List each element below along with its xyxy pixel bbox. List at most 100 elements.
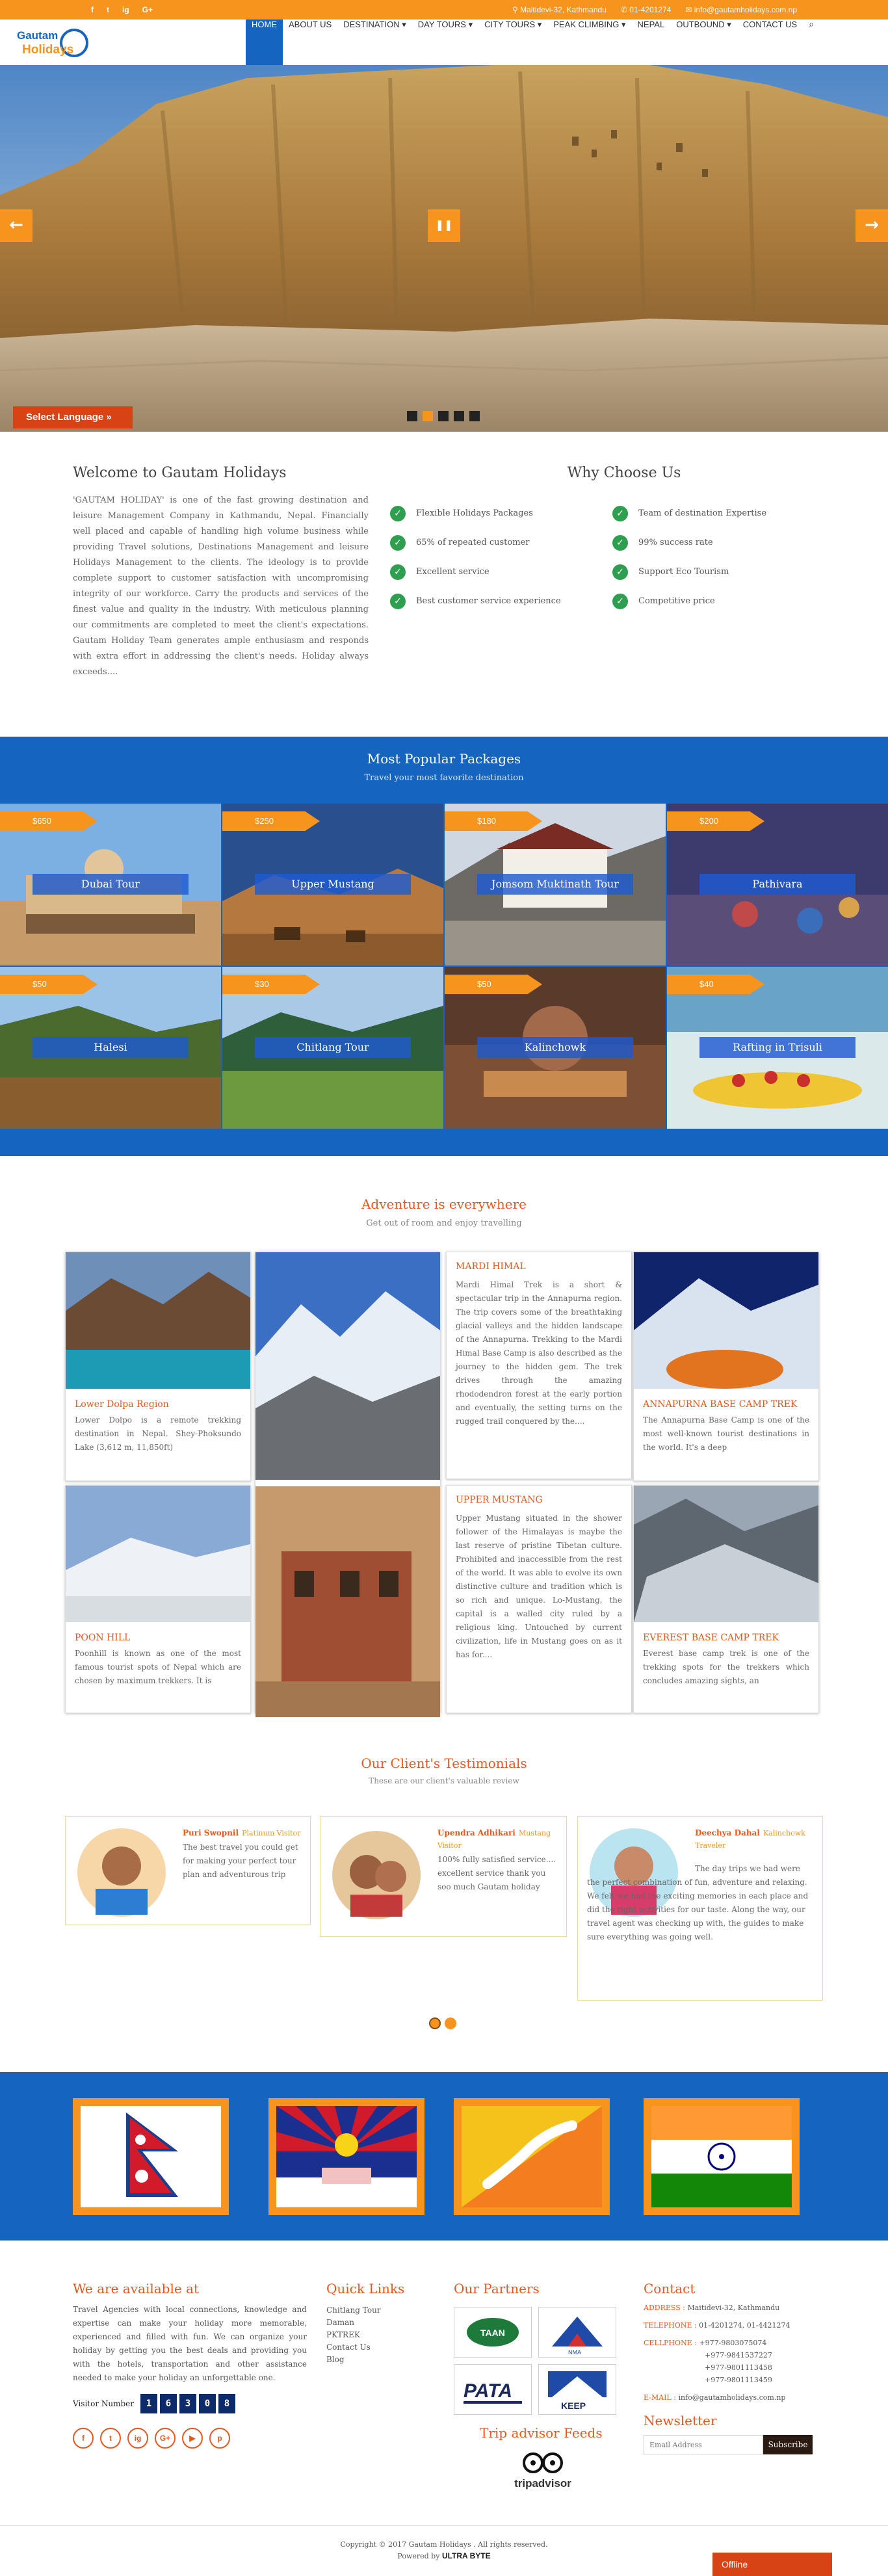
nav-nepal[interactable]: NEPAL — [632, 20, 671, 65]
why-item: ✓ Flexible Holidays Packages — [390, 499, 605, 528]
search-icon[interactable]: ⌕ — [803, 20, 820, 65]
instagram-icon[interactable]: ig — [127, 2428, 148, 2449]
tripadvisor-logo[interactable]: tripadvisor — [507, 2450, 579, 2490]
email-text[interactable]: info@gautamholidays.com.np — [694, 5, 797, 14]
why-item-label: Team of destination Expertise — [638, 508, 767, 518]
hero-pause-button[interactable]: ❚❚ — [428, 209, 460, 242]
google-plus-icon[interactable]: G+ — [142, 5, 153, 14]
package-card[interactable]: $30 Chitlang Tour — [222, 967, 443, 1129]
adventure-card-title[interactable]: UPPER MUSTANG — [456, 1495, 622, 1505]
package-price: $250 — [222, 811, 320, 831]
chat-offline-button[interactable]: Offline — [712, 2553, 832, 2576]
facebook-icon[interactable]: f — [73, 2428, 94, 2449]
package-card[interactable]: $40 Rafting in Trisuli — [667, 967, 888, 1129]
nav-about-us[interactable]: ABOUT US — [283, 20, 337, 65]
package-name[interactable]: Kalinchowk — [477, 1037, 633, 1058]
pinterest-icon[interactable]: p — [209, 2428, 230, 2449]
adventure-card-title[interactable]: POON HILL — [75, 1633, 241, 1643]
nav-home[interactable]: HOME — [246, 20, 283, 65]
partner-logo-pata[interactable]: PATA — [454, 2364, 532, 2415]
adventure-card[interactable]: UPPER MUSTANG Upper Mustang situated in … — [446, 1485, 632, 1713]
nav-menu: HOME ABOUT US DESTINATION ▾ DAY TOURS ▾ … — [246, 20, 820, 65]
india-flag-icon — [651, 2106, 792, 2207]
partner-logo-nma[interactable]: NMA — [538, 2307, 616, 2358]
partner-logo-taan[interactable]: TAAN — [454, 2307, 532, 2358]
slide-dot-5[interactable] — [469, 411, 480, 421]
adventure-card[interactable]: MARDI HIMAL Mardi Himal Trek is a short … — [446, 1252, 632, 1479]
adventure-card-title[interactable]: EVEREST BASE CAMP TREK — [643, 1633, 809, 1643]
quick-link[interactable]: Contact Us — [326, 2341, 430, 2354]
google-plus-icon[interactable]: G+ — [155, 2428, 176, 2449]
testimonial-dot-2[interactable] — [445, 2017, 456, 2029]
email-item[interactable]: ✉ info@gautamholidays.com.np — [685, 5, 797, 14]
package-name[interactable]: Rafting in Trisuli — [699, 1037, 855, 1058]
nav-outbound[interactable]: OUTBOUND ▾ — [670, 20, 737, 65]
slide-dot-4[interactable] — [454, 411, 464, 421]
select-language-button[interactable]: Select Language » — [13, 406, 133, 428]
twitter-icon[interactable]: t — [107, 5, 109, 14]
adventure-card[interactable]: ANNAPURNA BASE CAMP TREK The Annapurna B… — [633, 1252, 819, 1481]
package-name[interactable]: Halesi — [33, 1037, 189, 1058]
adventure-title: Adventure is everywhere — [361, 1196, 527, 1212]
visitor-digit: 3 — [179, 2394, 197, 2413]
main-navbar: Gautam Holidays HOME ABOUT US DESTINATIO… — [0, 20, 888, 65]
why-item: ✓ Team of destination Expertise — [612, 499, 820, 528]
svg-text:Holidays: Holidays — [22, 43, 73, 57]
quick-links-title: Quick Links — [326, 2281, 405, 2296]
package-card[interactable]: $50 Halesi — [0, 967, 221, 1129]
powered-brand[interactable]: ULTRA BYTE — [442, 2551, 491, 2560]
nav-peak-climbing[interactable]: PEAK CLIMBING ▾ — [547, 20, 631, 65]
adventure-card-title[interactable]: ANNAPURNA BASE CAMP TREK — [643, 1399, 809, 1410]
slide-dot-3[interactable] — [438, 411, 449, 421]
package-card[interactable]: $200 Pathivara — [667, 804, 888, 966]
flag-india[interactable] — [644, 2098, 800, 2215]
contact-details: ADDRESS : Maitidevi-32, Kathmandu TELEPH… — [644, 2302, 826, 2404]
flag-bhutan[interactable] — [454, 2098, 610, 2215]
contact-email[interactable]: info@gautamholidays.com.np — [679, 2393, 786, 2402]
newsletter-email-input[interactable] — [644, 2435, 763, 2454]
quick-link[interactable]: PKTREK — [326, 2329, 430, 2341]
package-name[interactable]: Jomsom Muktinath Tour — [477, 874, 633, 895]
flag-tibet[interactable] — [268, 2098, 424, 2215]
package-card[interactable]: $180 Jomsom Muktinath Tour — [445, 804, 666, 966]
testimonial-dot-1[interactable] — [429, 2017, 441, 2029]
newsletter-form: Subscribe — [644, 2435, 826, 2454]
quick-link[interactable]: Chitlang Tour — [326, 2304, 430, 2317]
subscribe-button[interactable]: Subscribe — [763, 2435, 813, 2454]
adventure-card-title[interactable]: Lower Dolpa Region — [75, 1399, 241, 1410]
nav-day-tours[interactable]: DAY TOURS ▾ — [412, 20, 478, 65]
adventure-card-title[interactable]: MARDI HIMAL — [456, 1261, 622, 1272]
package-name[interactable]: Chitlang Tour — [255, 1037, 411, 1058]
package-card[interactable]: $650 Dubai Tour — [0, 804, 221, 966]
package-card[interactable]: $250 Upper Mustang — [222, 804, 443, 966]
package-name[interactable]: Upper Mustang — [255, 874, 411, 895]
adventure-card[interactable]: POON HILL Poonhill is known as one of th… — [65, 1485, 251, 1713]
package-card[interactable]: $50 Kalinchowk — [445, 967, 666, 1129]
partner-logo-keep[interactable]: KEEP — [538, 2364, 616, 2415]
package-name[interactable]: Pathivara — [699, 874, 855, 895]
instagram-icon[interactable]: ig — [122, 5, 129, 14]
adventure-card[interactable]: Lower Dolpa Region Lower Dolpo is a remo… — [65, 1252, 251, 1481]
slide-dot-1[interactable] — [407, 411, 417, 421]
facebook-icon[interactable]: f — [91, 5, 94, 14]
quick-link[interactable]: Daman — [326, 2317, 430, 2329]
testimonial-card: Puri Swopnil Platinum Visitor The best t… — [65, 1816, 311, 1925]
nav-city-tours[interactable]: CITY TOURS ▾ — [478, 20, 547, 65]
nepal-flag-icon — [81, 2106, 221, 2207]
hero-next-button[interactable]: → — [855, 209, 888, 242]
flag-nepal[interactable] — [73, 2098, 229, 2215]
why-right-list: ✓ Team of destination Expertise ✓ 99% succ… — [612, 499, 820, 616]
adventure-card[interactable]: EVEREST BASE CAMP TREK Everest base camp… — [633, 1485, 819, 1713]
youtube-icon[interactable]: ▶ — [182, 2428, 203, 2449]
twitter-icon[interactable]: t — [100, 2428, 121, 2449]
adventure-card-text: Lower Dolpo is a remote trekking destina… — [75, 1415, 241, 1452]
package-name[interactable]: Dubai Tour — [33, 874, 189, 895]
nav-destination[interactable]: DESTINATION ▾ — [337, 20, 412, 65]
packages-subtitle: Travel your most favorite destination — [364, 773, 524, 783]
site-logo[interactable]: Gautam Holidays — [14, 23, 92, 60]
why-left-list: ✓ Flexible Holidays Packages ✓ 65% of repe… — [390, 499, 605, 616]
hero-prev-button[interactable]: ← — [0, 209, 33, 242]
quick-link[interactable]: Blog — [326, 2354, 430, 2366]
nav-contact-us[interactable]: CONTACT US — [737, 20, 803, 65]
slide-dot-2[interactable] — [423, 411, 433, 421]
